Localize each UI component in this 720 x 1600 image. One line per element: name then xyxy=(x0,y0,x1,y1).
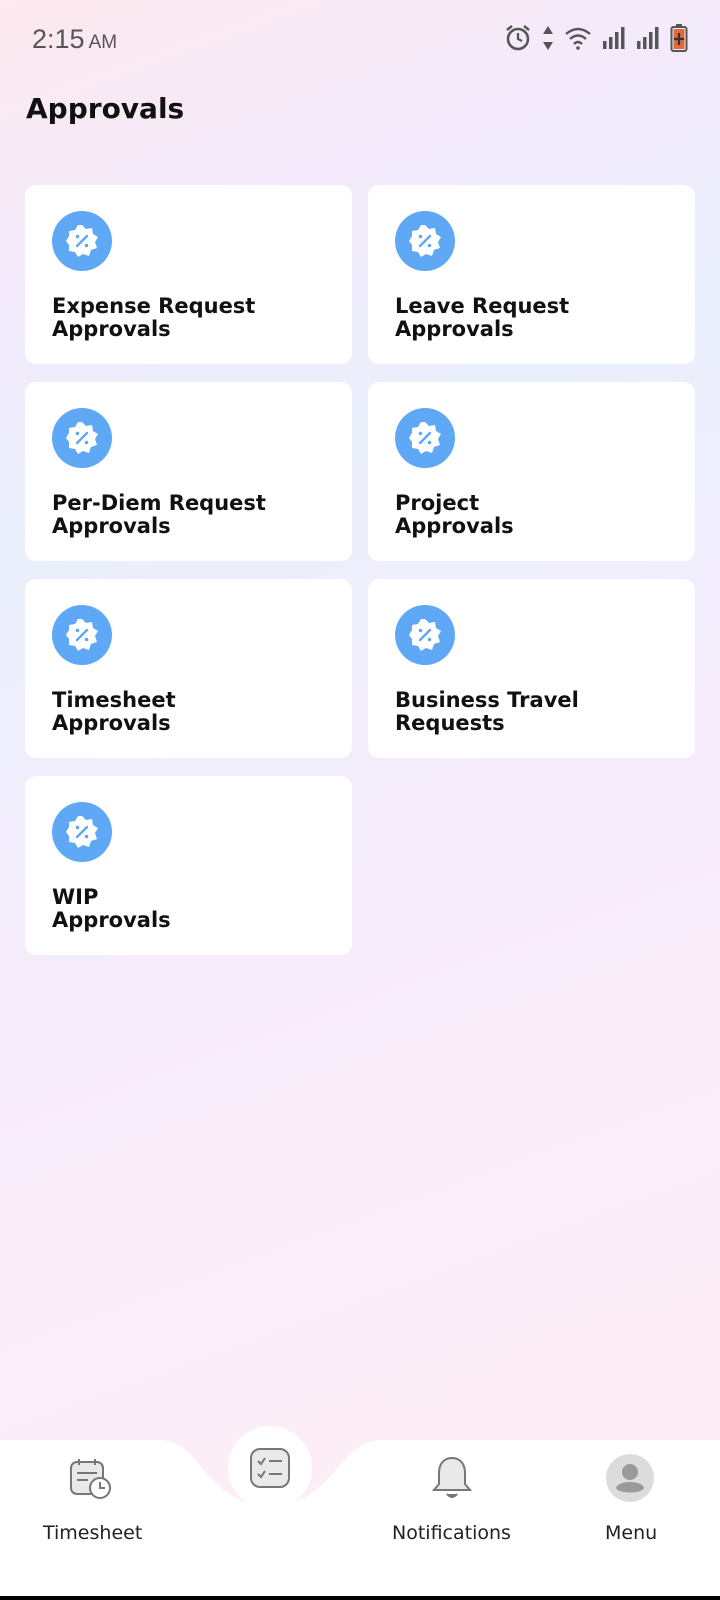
per-diem-request-approvals-card[interactable]: Per-Diem Request Approvals xyxy=(25,382,352,561)
card-label-line1: Timesheet xyxy=(52,688,176,712)
card-label-line2: Approvals xyxy=(52,908,171,932)
approvals-fab-button[interactable] xyxy=(228,1426,312,1510)
alarm-icon xyxy=(506,25,530,51)
business-travel-requests-card[interactable]: Business Travel Requests xyxy=(368,579,695,758)
card-label-line2: Approvals xyxy=(52,514,171,538)
battery-charging-icon xyxy=(670,24,688,52)
discount-badge-icon xyxy=(52,211,112,271)
leave-request-approvals-card[interactable]: Leave Request Approvals xyxy=(368,185,695,364)
signal-icon xyxy=(603,27,625,49)
nav-menu[interactable]: Menu xyxy=(590,1440,670,1560)
discount-badge-icon xyxy=(52,408,112,468)
header: Approvals xyxy=(0,84,720,152)
card-label-line2: Approvals xyxy=(395,514,514,538)
bell-icon xyxy=(431,1456,473,1498)
gesture-bar xyxy=(0,1596,720,1600)
card-label: Leave Request Approvals xyxy=(395,295,675,341)
expense-request-approvals-card[interactable]: Expense Request Approvals xyxy=(25,185,352,364)
status-bar: 2:15 AM xyxy=(0,0,720,84)
nav-timesheet-label: Timesheet xyxy=(43,1522,143,1544)
checklist-icon xyxy=(250,1448,290,1488)
card-label: Project Approvals xyxy=(395,492,675,538)
calendar-clock-icon xyxy=(70,1459,111,1499)
card-label-line1: Business Travel xyxy=(395,688,579,712)
status-time-value: 2:15 xyxy=(32,24,85,54)
card-label: Business Travel Requests xyxy=(395,689,675,735)
discount-badge-icon xyxy=(395,605,455,665)
card-label-line1: WIP xyxy=(52,885,99,909)
card-label-line2: Approvals xyxy=(52,317,171,341)
nav-timesheet[interactable]: Timesheet xyxy=(40,1440,143,1560)
card-label: WIP Approvals xyxy=(52,886,332,932)
page-title: Approvals xyxy=(26,92,185,125)
card-label: Per-Diem Request Approvals xyxy=(52,492,332,538)
timesheet-approvals-card[interactable]: Timesheet Approvals xyxy=(25,579,352,758)
user-avatar-icon xyxy=(606,1454,654,1502)
project-approvals-card[interactable]: Project Approvals xyxy=(368,382,695,561)
card-label-line1: Per-Diem Request xyxy=(52,491,266,515)
discount-badge-icon xyxy=(395,211,455,271)
wip-approvals-card[interactable]: WIP Approvals xyxy=(25,776,352,955)
status-time-ampm: AM xyxy=(88,32,118,53)
bottom-nav: Timesheet Notifications Menu xyxy=(0,1440,720,1600)
data-arrows-icon xyxy=(543,26,553,50)
card-label-line1: Project xyxy=(395,491,480,515)
wifi-icon xyxy=(565,27,591,50)
card-label-line1: Leave Request xyxy=(395,294,570,318)
card-label-line2: Approvals xyxy=(395,317,514,341)
signal-icon-2 xyxy=(637,27,659,49)
discount-badge-icon xyxy=(52,605,112,665)
discount-badge-icon xyxy=(395,408,455,468)
card-label: Expense Request Approvals xyxy=(52,295,332,341)
discount-badge-icon xyxy=(52,802,112,862)
status-icons xyxy=(504,24,688,52)
status-time: 2:15 AM xyxy=(32,24,117,55)
nav-notifications-label: Notifications xyxy=(392,1522,511,1544)
card-label-line2: Approvals xyxy=(52,711,171,735)
nav-notifications[interactable]: Notifications xyxy=(390,1440,520,1560)
card-label-line1: Expense Request xyxy=(52,294,256,318)
card-label: Timesheet Approvals xyxy=(52,689,332,735)
card-label-line2: Requests xyxy=(395,711,505,735)
nav-menu-label: Menu xyxy=(605,1522,658,1544)
